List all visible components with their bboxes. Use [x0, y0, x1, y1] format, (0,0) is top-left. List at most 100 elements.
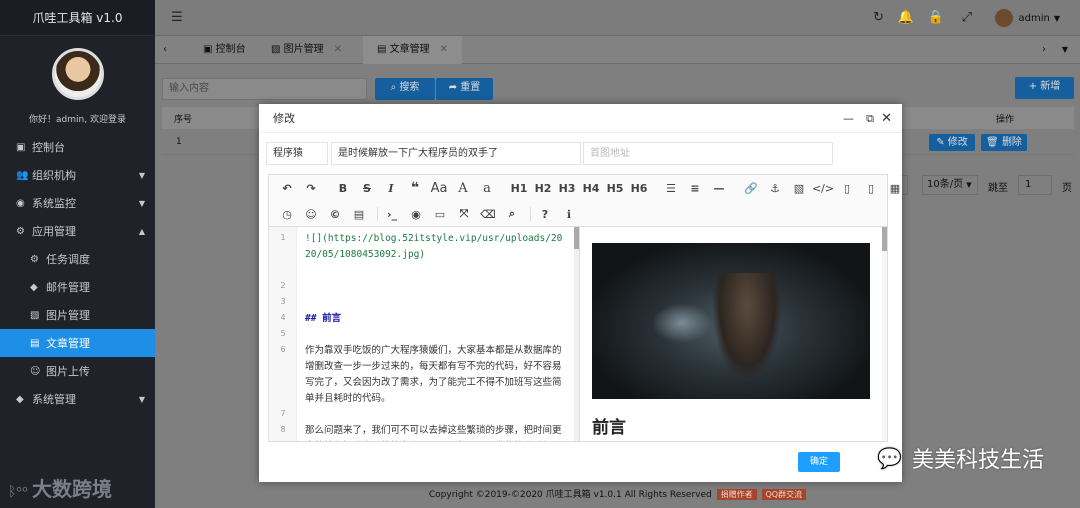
desktop-icon[interactable]: ▭	[430, 203, 450, 225]
close-icon[interactable]: ✕	[440, 44, 448, 55]
goto-input[interactable]: 1	[1018, 175, 1052, 195]
image-icon[interactable]: ▧	[789, 177, 809, 199]
editor-scrollbar[interactable]	[574, 227, 579, 441]
redo-icon[interactable]: ↷	[301, 177, 321, 199]
search-icon[interactable]: ⌕	[502, 203, 522, 225]
sidebar-item-system[interactable]: ◆ 系统管理 ▼	[0, 385, 155, 413]
tab-label: 文章管理	[389, 44, 430, 55]
clock-icon[interactable]: ◷	[277, 203, 297, 225]
newspaper-icon[interactable]: ▤	[349, 203, 369, 225]
sidebar-item-upload[interactable]: ☺ 图片上传	[0, 357, 155, 385]
bell-icon[interactable]: 🔔	[898, 10, 914, 25]
sidebar-item-organization[interactable]: 👥 组织机构 ▼	[0, 161, 155, 189]
user-menu[interactable]: admin ▼	[994, 9, 1060, 27]
h4-button[interactable]: H4	[581, 177, 601, 199]
sidebar-item-dashboard[interactable]: ▣ 控制台	[0, 133, 155, 161]
info-icon[interactable]: ℹ	[559, 203, 579, 225]
unordered-list-icon[interactable]: ☰	[661, 177, 681, 199]
scrollbar-thumb[interactable]	[882, 227, 887, 251]
expand-icon[interactable]: ⤧	[454, 203, 474, 225]
sidebar-item-monitor[interactable]: ◉ 系统监控 ▼	[0, 189, 155, 217]
sidebar-item-label: 系统监控	[32, 197, 76, 210]
fullscreen-icon[interactable]: ⤢	[962, 10, 972, 25]
h5-button[interactable]: H5	[605, 177, 625, 199]
h3-button[interactable]: H3	[557, 177, 577, 199]
title-field[interactable]: 是时候解放一下广大程序员的双手了	[331, 142, 581, 165]
tab-menu-icon[interactable]: ▼	[1062, 36, 1068, 64]
confirm-button[interactable]: 确定	[798, 452, 840, 472]
avatar[interactable]	[51, 48, 104, 100]
user-avatar	[994, 9, 1013, 27]
delete-button-label: 删除	[1001, 137, 1022, 148]
markdown-editor[interactable]: 1 ![](https://blog.52itstyle.vip/usr/upl…	[268, 226, 580, 442]
preview-image	[592, 243, 870, 399]
strikethrough-icon[interactable]: S	[357, 177, 377, 199]
search-button-label: 搜索	[399, 82, 420, 93]
font-a-icon[interactable]: A	[453, 177, 473, 199]
eraser-icon[interactable]: ⌫	[478, 203, 498, 225]
h1-button[interactable]: H1	[509, 177, 529, 199]
add-button[interactable]: + 新增	[1015, 77, 1074, 99]
copyright-icon[interactable]: ©	[325, 203, 345, 225]
sidebar-item-apps[interactable]: ⚙ 应用管理 ▲	[0, 217, 155, 245]
reset-button[interactable]: ➦ 重置	[436, 78, 493, 100]
tab-prev-icon[interactable]: ‹	[163, 36, 167, 64]
lock-icon[interactable]: 🔒	[928, 10, 944, 25]
sidebar-menu: ▣ 控制台 👥 组织机构 ▼ ◉ 系统监控 ▼ ⚙ 应用管理 ▲ ⚙ 任务调度 ◆ 邮件管理 ▧ 图…	[0, 133, 155, 413]
terminal-icon[interactable]: ›_	[382, 203, 402, 225]
bold-icon[interactable]: B	[333, 177, 353, 199]
editor-line: ![](https://blog.52itstyle.vip/usr/uploa…	[305, 233, 563, 260]
category-field[interactable]: 程序猿	[266, 142, 328, 165]
table-icon[interactable]: ▦	[885, 177, 905, 199]
page-size-value: 10条/页	[927, 179, 964, 190]
horizontal-rule-icon[interactable]: —	[709, 177, 729, 199]
h6-button[interactable]: H6	[629, 177, 649, 199]
donate-badge[interactable]: 捐赠作者	[716, 489, 757, 500]
italic-icon[interactable]: I	[381, 177, 401, 199]
close-icon[interactable]: ✕	[334, 44, 342, 55]
anchor-icon[interactable]: ⚓	[765, 177, 785, 199]
sidebar-item-articles[interactable]: ▤ 文章管理	[0, 329, 155, 357]
qq-badge[interactable]: QQ群交流	[761, 489, 807, 500]
code-icon[interactable]: </>	[812, 177, 834, 199]
preview-scrollbar[interactable]	[882, 227, 887, 441]
sidebar-item-images[interactable]: ▧ 图片管理	[0, 301, 155, 329]
eye-slash-icon[interactable]: ◉	[406, 203, 426, 225]
scrollbar-thumb[interactable]	[574, 227, 579, 249]
code-file-icon[interactable]: ▯	[837, 177, 857, 199]
emoji-icon[interactable]: ☺	[301, 203, 321, 225]
page-size-select[interactable]: 10条/页 ▼	[922, 175, 978, 195]
help-icon[interactable]: ?	[535, 203, 555, 225]
code-block-icon[interactable]: ▯	[861, 177, 881, 199]
uppercase-icon[interactable]: Aa	[429, 177, 449, 199]
close-icon[interactable]: ✕	[881, 104, 892, 133]
h2-button[interactable]: H2	[533, 177, 553, 199]
sidebar-item-mail[interactable]: ◆ 邮件管理	[0, 273, 155, 301]
tab-dashboard[interactable]: ▣ 控制台	[193, 36, 256, 64]
quote-icon[interactable]: ❝	[405, 177, 425, 199]
tab-next-icon[interactable]: ›	[1042, 36, 1046, 64]
minimize-icon[interactable]: —	[843, 104, 854, 133]
search-input[interactable]: 输入内容	[162, 78, 367, 100]
search-button[interactable]: ⌕ 搜索	[375, 78, 435, 100]
undo-icon[interactable]: ↶	[277, 177, 297, 199]
edit-button[interactable]: ✎ 修改	[929, 134, 975, 151]
sidebar-item-scheduler[interactable]: ⚙ 任务调度	[0, 245, 155, 273]
cover-url-field[interactable]: 首图地址	[583, 142, 833, 165]
line-number: 7	[280, 409, 286, 418]
lowercase-icon[interactable]: a	[477, 177, 497, 199]
ordered-list-icon[interactable]: ≡	[685, 177, 705, 199]
line-number: 2	[280, 281, 286, 290]
tab-images[interactable]: ▧ 图片管理 ✕	[261, 36, 352, 64]
toolbar-divider	[377, 207, 378, 221]
maximize-icon[interactable]: ⧉	[866, 104, 874, 133]
username: admin	[1018, 12, 1050, 24]
refresh-icon[interactable]: ↻	[873, 10, 884, 25]
tab-label: 控制台	[215, 44, 246, 55]
sidebar-item-label: 系统管理	[32, 393, 76, 406]
line-number: 8	[280, 425, 286, 434]
link-icon[interactable]: 🔗	[741, 177, 761, 199]
tab-articles[interactable]: ▤ 文章管理 ✕	[363, 36, 463, 64]
delete-button[interactable]: 🗑 删除	[981, 134, 1027, 151]
menu-toggle-icon[interactable]: ☰	[171, 10, 183, 25]
